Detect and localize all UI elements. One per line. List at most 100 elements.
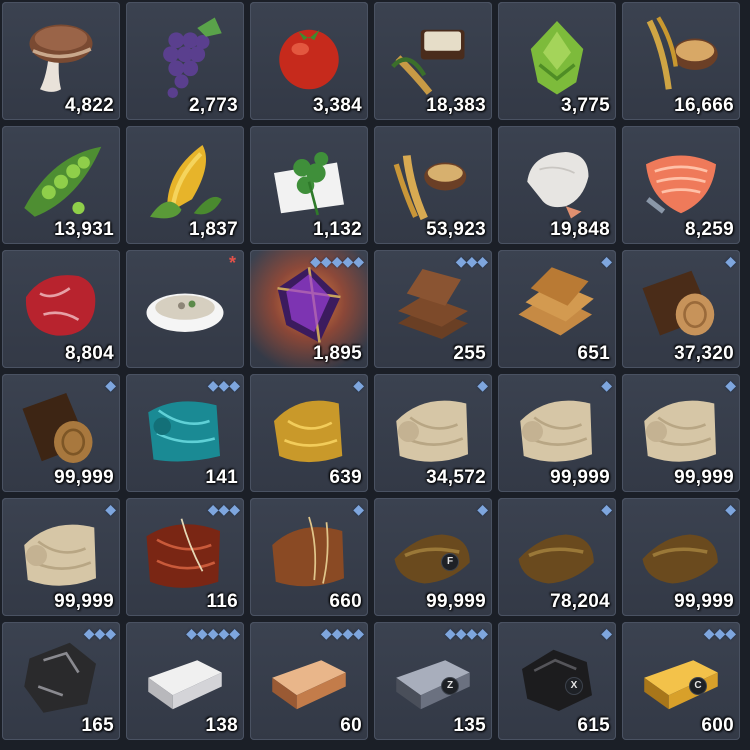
tier-gems: ◆ <box>725 253 736 269</box>
inventory-slot-soup[interactable]: * <box>126 250 244 368</box>
inventory-slot-shrimp[interactable]: 19,848 <box>498 126 616 244</box>
item-quantity: 99,999 <box>54 591 114 612</box>
item-quantity: 18,383 <box>426 95 486 116</box>
inventory-grid: 4,822 2,773 3,384 18,383 3,775 16,666 13,931 1,… <box>2 2 740 740</box>
new-item-marker: * <box>228 253 236 273</box>
peas-icon <box>24 146 102 217</box>
tier-gems: ◆ <box>601 501 612 517</box>
item-quantity: 660 <box>329 591 362 612</box>
inventory-slot-hide-3[interactable]: ◆ 99,999 <box>622 498 740 616</box>
tier-gems: ◆ <box>601 377 612 393</box>
tier-gems: ◆◆◆ <box>703 625 736 641</box>
linen-cloth-icon <box>394 399 470 464</box>
hotkey-badge: X <box>566 678 582 694</box>
inventory-slot-mushroom[interactable]: 4,822 <box>2 2 120 120</box>
inventory-slot-linen-2[interactable]: ◆ 99,999 <box>498 374 616 492</box>
inventory-slot-wheat[interactable]: 53,923 <box>374 126 492 244</box>
coal-icon <box>520 648 594 713</box>
grapes-icon <box>163 17 222 98</box>
red-silk-icon <box>145 517 222 590</box>
item-quantity: 651 <box>577 343 610 364</box>
inventory-slot-crystal[interactable]: ◆◆◆◆◆ 1,895 <box>250 250 368 368</box>
inventory-slot-hide-2[interactable]: ◆ 78,204 <box>498 498 616 616</box>
silver-ingot-icon <box>148 660 222 710</box>
tomato-icon <box>279 29 339 90</box>
inventory-slot-steel-ingot[interactable]: ◆◆◆◆ Z 135 <box>374 622 492 740</box>
tier-gems: ◆ <box>601 625 612 641</box>
steel-ingot-icon <box>396 660 470 710</box>
grain-sack-icon <box>388 14 478 98</box>
item-quantity: 99,999 <box>674 467 734 488</box>
inventory-slot-grapes[interactable]: 2,773 <box>126 2 244 120</box>
inventory-slot-salmon[interactable]: 8,259 <box>622 126 740 244</box>
hide-icon <box>516 532 596 586</box>
item-quantity: 8,259 <box>684 219 734 240</box>
tier-gems: ◆◆◆◆ <box>320 625 364 641</box>
barley-icon <box>636 14 726 98</box>
tier-gems: ◆ <box>353 501 364 517</box>
leather-roll-icon <box>271 516 345 588</box>
inventory-slot-steak[interactable]: 8,804 <box>2 250 120 368</box>
tier-gems: ◆◆◆ <box>455 253 488 269</box>
steak-icon <box>24 273 97 337</box>
bronze-ingot-icon <box>272 660 346 710</box>
item-quantity: 165 <box>81 715 114 736</box>
corn-icon <box>140 138 230 222</box>
inventory-slot-log-dark[interactable]: ◆ 99,999 <box>2 374 120 492</box>
salmon-icon <box>636 138 726 222</box>
herb-icon <box>272 150 346 217</box>
inventory-slot-barley[interactable]: 16,666 <box>622 2 740 120</box>
inventory-slot-hide-1[interactable]: ◆ F 99,999 <box>374 498 492 616</box>
tier-gems: ◆◆◆ <box>207 501 240 517</box>
hotkey-badge: Z <box>442 678 458 694</box>
log-icon <box>641 269 716 337</box>
soup-icon <box>146 293 224 332</box>
tier-gems: ◆◆◆◆◆ <box>186 625 240 641</box>
inventory-slot-red-silk[interactable]: ◆◆◆ 116 <box>126 498 244 616</box>
inventory-slot-silver-ingot[interactable]: ◆◆◆◆◆ 138 <box>126 622 244 740</box>
linen-cloth-icon <box>22 523 98 588</box>
item-quantity: 4,822 <box>64 95 114 116</box>
item-quantity: 2,773 <box>188 95 238 116</box>
item-quantity: 19,848 <box>550 219 610 240</box>
item-quantity: 615 <box>577 715 610 736</box>
inventory-slot-tomato[interactable]: 3,384 <box>250 2 368 120</box>
inventory-slot-peas[interactable]: 13,931 <box>2 126 120 244</box>
inventory-slot-log[interactable]: ◆ 37,320 <box>622 250 740 368</box>
hide-icon <box>640 532 720 586</box>
inventory-slot-plank-light[interactable]: ◆ 651 <box>498 250 616 368</box>
light-plank-icon <box>518 267 594 336</box>
inventory-slot-herb[interactable]: 1,132 <box>250 126 368 244</box>
inventory-slot-ore[interactable]: ◆◆◆ 165 <box>2 622 120 740</box>
inventory-slot-hops[interactable]: 3,775 <box>498 2 616 120</box>
tier-gems: ◆◆◆ <box>83 625 116 641</box>
inventory-slot-plank-dark[interactable]: ◆◆◆ 255 <box>374 250 492 368</box>
item-quantity: 116 <box>206 591 238 612</box>
inventory-slot-gold-cloth[interactable]: ◆ 639 <box>250 374 368 492</box>
inventory-slot-linen-3[interactable]: ◆ 99,999 <box>622 374 740 492</box>
inventory-slot-linen-4[interactable]: ◆ 99,999 <box>2 498 120 616</box>
tier-gems: ◆◆◆◆◆ <box>310 253 364 269</box>
inventory-slot-grain-sack[interactable]: 18,383 <box>374 2 492 120</box>
item-quantity: 639 <box>329 467 362 488</box>
teal-cloth-icon <box>146 400 222 463</box>
inventory-slot-coal[interactable]: ◆ X 615 <box>498 622 616 740</box>
inventory-slot-bronze-ingot[interactable]: ◆◆◆◆ 60 <box>250 622 368 740</box>
inventory-slot-leather-roll[interactable]: ◆ 660 <box>250 498 368 616</box>
linen-cloth-icon <box>642 399 718 464</box>
item-quantity: 135 <box>453 715 486 736</box>
item-quantity: 99,999 <box>550 467 610 488</box>
inventory-slot-teal-cloth[interactable]: ◆◆◆ 141 <box>126 374 244 492</box>
item-quantity: 16,666 <box>674 95 734 116</box>
inventory-slot-gold-ingot[interactable]: ◆◆◆ C 600 <box>622 622 740 740</box>
inventory-slot-linen-1[interactable]: ◆ 34,572 <box>374 374 492 492</box>
item-quantity: 600 <box>701 715 734 736</box>
inventory-slot-corn[interactable]: 1,837 <box>126 126 244 244</box>
item-quantity: 53,923 <box>426 219 486 240</box>
item-quantity: 255 <box>453 343 486 364</box>
gold-ingot-icon <box>644 660 718 710</box>
tier-gems: ◆ <box>105 377 116 393</box>
item-quantity: 138 <box>205 715 238 736</box>
item-quantity: 99,999 <box>54 467 114 488</box>
item-quantity: 3,384 <box>312 95 362 116</box>
